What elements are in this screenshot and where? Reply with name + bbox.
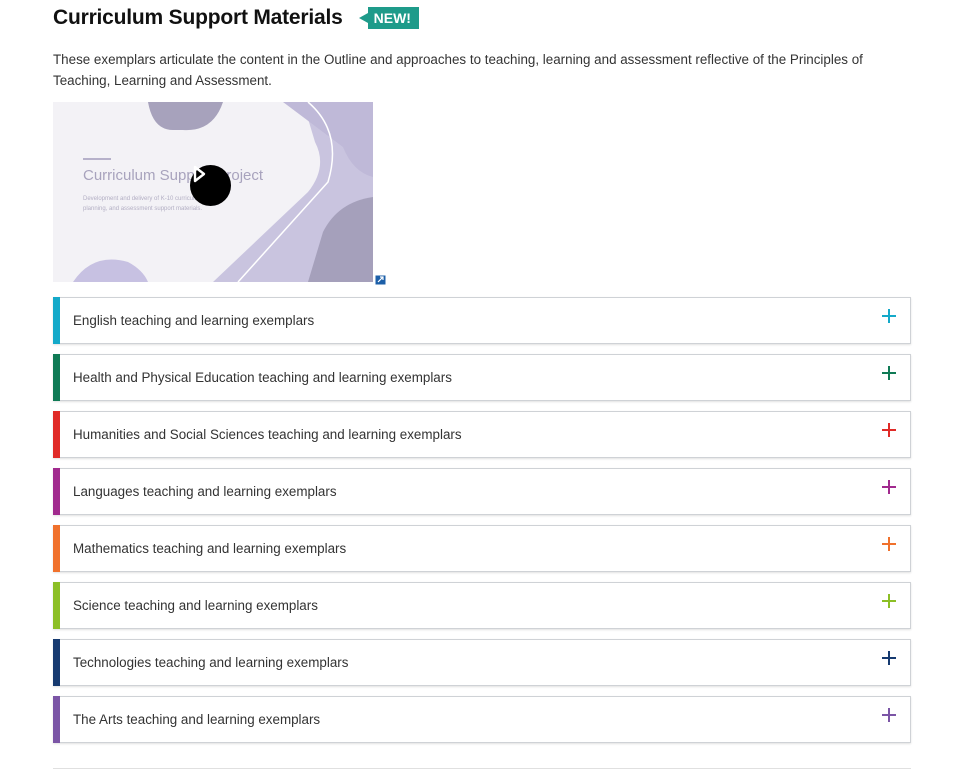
- heading-row: Curriculum Support Materials NEW!: [53, 6, 419, 30]
- accordion-item[interactable]: Health and Physical Education teaching a…: [53, 354, 911, 401]
- accordion-item[interactable]: Mathematics teaching and learning exempl…: [53, 525, 911, 572]
- accordion-item-label: Technologies teaching and learning exemp…: [73, 655, 349, 670]
- expand-plus-icon[interactable]: [882, 423, 896, 437]
- badge-tail: [358, 13, 368, 23]
- play-icon: [193, 165, 206, 183]
- accordion-item-label: The Arts teaching and learning exemplars: [73, 712, 321, 727]
- accordion-color-stripe: [53, 525, 60, 572]
- expand-plus-icon[interactable]: [882, 366, 896, 380]
- new-badge: NEW!: [358, 7, 419, 29]
- video-title-bar: [83, 158, 111, 160]
- accordion-color-stripe: [53, 411, 60, 458]
- accordion-item[interactable]: Languages teaching and learning exemplar…: [53, 468, 911, 515]
- accordion-item-label: English teaching and learning exemplars: [73, 313, 315, 328]
- accordion-item[interactable]: Humanities and Social Sciences teaching …: [53, 411, 911, 458]
- accordion-item-label: Health and Physical Education teaching a…: [73, 370, 452, 385]
- accordion-color-stripe: [53, 468, 60, 515]
- video-title: Curriculum Support Project: [83, 167, 264, 184]
- video-player[interactable]: Curriculum Support Project Development a…: [53, 102, 373, 282]
- accordion-item[interactable]: Science teaching and learning exemplars: [53, 582, 911, 629]
- accordion-color-stripe: [53, 639, 60, 686]
- accordion-item-label: Mathematics teaching and learning exempl…: [73, 541, 347, 556]
- page-title: Curriculum Support Materials: [53, 6, 343, 29]
- accordion-item[interactable]: Technologies teaching and learning exemp…: [53, 639, 911, 686]
- external-link-icon[interactable]: [375, 272, 386, 285]
- expand-plus-icon[interactable]: [882, 594, 896, 608]
- divider: [53, 768, 911, 769]
- intro-text: These exemplars articulate the content i…: [53, 52, 863, 88]
- accordion-item-label: Languages teaching and learning exemplar…: [73, 484, 337, 499]
- accordion-color-stripe: [53, 696, 60, 743]
- play-button[interactable]: [190, 165, 231, 206]
- accordion-item-label: Humanities and Social Sciences teaching …: [73, 427, 462, 442]
- expand-plus-icon[interactable]: [882, 309, 896, 323]
- accordion-item[interactable]: The Arts teaching and learning exemplars: [53, 696, 911, 743]
- accordion-item-label: Science teaching and learning exemplars: [73, 598, 318, 613]
- accordion-color-stripe: [53, 582, 60, 629]
- accordion-color-stripe: [53, 354, 60, 401]
- exemplars-accordion: English teaching and learning exemplars H…: [53, 297, 911, 753]
- expand-plus-icon[interactable]: [882, 480, 896, 494]
- accordion-color-stripe: [53, 297, 60, 344]
- expand-plus-icon[interactable]: [882, 708, 896, 722]
- expand-plus-icon[interactable]: [882, 651, 896, 665]
- accordion-item[interactable]: English teaching and learning exemplars: [53, 297, 911, 344]
- new-badge-label: NEW!: [367, 7, 419, 29]
- expand-plus-icon[interactable]: [882, 537, 896, 551]
